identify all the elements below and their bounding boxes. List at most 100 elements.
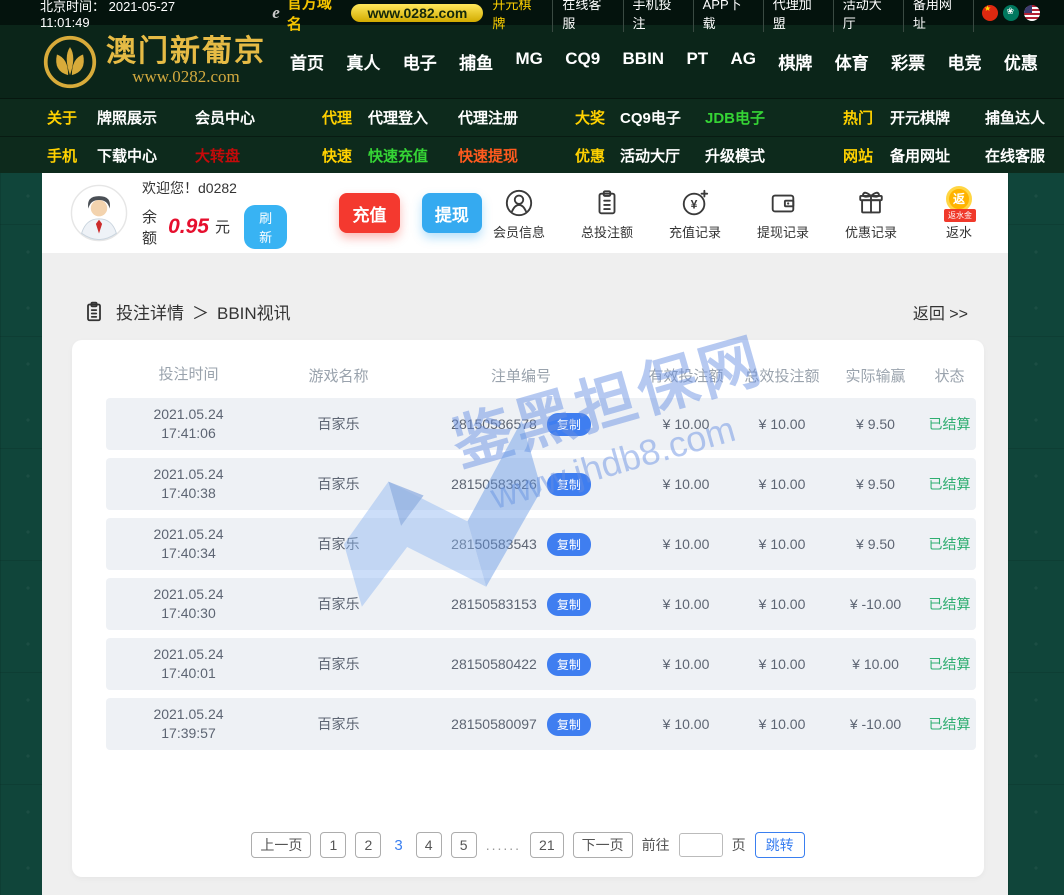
top-links: 开元棋牌 在线客服 手机投注 APP下载 代理加盟 活动大厅 备用网址 [483, 0, 1054, 32]
subnav-fast-withdraw[interactable]: 快速提现 [458, 145, 575, 166]
page-button-21[interactable]: 21 [530, 832, 564, 858]
official-domain: e 官方域名 www.0282.com [272, 0, 484, 34]
top-link-agent-join[interactable]: 代理加盟 [764, 0, 834, 32]
welcome-text: 欢迎您！d0282 [142, 179, 237, 196]
quick-link-withdraw-history[interactable]: 提现记录 [746, 186, 820, 241]
site-logo[interactable]: 澳门新葡京 www.0282.com [42, 34, 266, 90]
actual-win: ¥ 9.50 [856, 416, 895, 432]
user-avatar[interactable] [70, 184, 128, 242]
top-link-customer-service[interactable]: 在线客服 [553, 0, 624, 32]
subnav-jdb-slots[interactable]: JDB电子 [705, 107, 843, 128]
copy-button[interactable]: 复制 [546, 592, 591, 616]
subnav-online-service[interactable]: 在线客服 [985, 145, 1064, 166]
quick-link-rebate[interactable]: 返 返水金 返水 [922, 185, 996, 241]
table-header-row: 投注时间 游戏名称 注单编号 有效投注额 总效投注额 实际输赢 状态 [106, 352, 976, 398]
nav-item-pt[interactable]: PT [686, 49, 708, 74]
subnav-label-about: 关于 [47, 110, 78, 127]
top-link-app-download[interactable]: APP下载 [694, 0, 764, 32]
total-bet-amount: ¥ 10.00 [758, 536, 806, 552]
page-button-1[interactable]: 1 [320, 832, 347, 858]
nav-item-cq9[interactable]: CQ9 [565, 49, 600, 74]
macau-flag-icon[interactable] [1002, 4, 1019, 21]
jump-button[interactable]: 跳转 [754, 832, 805, 858]
recharge-button[interactable]: 充值 [339, 193, 400, 233]
subnav-kaiyuan-chess[interactable]: 开元棋牌 [890, 107, 985, 128]
nav-item-bbin[interactable]: BBIN [623, 49, 665, 74]
subnav-upgrade-mode[interactable]: 升级模式 [705, 145, 843, 166]
next-page-button[interactable]: 下一页 [572, 832, 633, 858]
top-link-activity-hall[interactable]: 活动大厅 [834, 0, 904, 32]
total-bets-icon [592, 186, 622, 220]
official-domain-link[interactable]: www.0282.com [351, 3, 484, 22]
nav-item-lottery[interactable]: 彩票 [891, 49, 925, 74]
refresh-balance-button[interactable]: 刷新 [243, 204, 288, 249]
prev-page-button[interactable]: 上一页 [251, 832, 312, 858]
quick-link-total-bets[interactable]: 总投注额 [570, 186, 644, 241]
subnav-fishing-master[interactable]: 捕鱼达人 [985, 107, 1064, 128]
bet-time: 2021.05.24 17:41:06 [153, 406, 224, 441]
balance-unit: 元 [214, 219, 230, 236]
order-number: 28150586578 [451, 416, 537, 432]
quick-link-member-info[interactable]: 会员信息 [482, 186, 556, 241]
subnav-activity-hall[interactable]: 活动大厅 [620, 145, 705, 166]
logo-text: 澳门新葡京 www.0282.com [106, 36, 266, 88]
subnav-label-site: 网站 [843, 147, 874, 165]
language-flags [981, 4, 1040, 21]
usa-flag-icon[interactable] [1023, 4, 1040, 21]
nav-item-ag[interactable]: AG [731, 49, 757, 74]
top-link-kaiyuan[interactable]: 开元棋牌 [483, 0, 554, 32]
nav-item-slots[interactable]: 电子 [403, 49, 437, 74]
nav-item-esports[interactable]: 电竞 [947, 49, 981, 74]
subnav-agent-login[interactable]: 代理登入 [368, 107, 458, 128]
bet-details-icon [82, 300, 106, 324]
copy-button[interactable]: 复制 [546, 712, 591, 736]
subnav-license[interactable]: 牌照展示 [97, 107, 195, 128]
quick-link-recharge-history[interactable]: ¥ 充值记录 [658, 186, 732, 241]
order-number: 28150583926 [451, 476, 537, 492]
valid-bet-amount: ¥ 10.00 [662, 536, 710, 552]
nav-item-live[interactable]: 真人 [346, 49, 380, 74]
subnav-lucky-wheel[interactable]: 大转盘 [195, 145, 322, 166]
page-button-4[interactable]: 4 [415, 832, 442, 858]
order-cell: 28150583153 复制 [406, 592, 636, 616]
actual-win: ¥ -10.00 [849, 716, 902, 732]
back-link[interactable]: 返回 >> [913, 300, 968, 324]
nav-item-fishing[interactable]: 捕鱼 [459, 49, 493, 74]
quick-link-promo-history[interactable]: 优惠记录 [834, 186, 908, 241]
top-link-backup-url[interactable]: 备用网址 [904, 0, 974, 32]
copy-button[interactable]: 复制 [546, 532, 591, 556]
subnav-backup-url[interactable]: 备用网址 [890, 145, 985, 166]
valid-bet-amount: ¥ 10.00 [662, 656, 710, 672]
top-link-mobile-bet[interactable]: 手机投注 [624, 0, 694, 32]
copy-button[interactable]: 复制 [546, 472, 591, 496]
copy-button[interactable]: 复制 [546, 412, 591, 436]
table-row: 2021.05.24 17:40:30 百家乐 28150583153 复制 ¥ 1… [106, 578, 976, 630]
nav-item-sports[interactable]: 体育 [835, 49, 869, 74]
subnav-download-center[interactable]: 下载中心 [97, 145, 195, 166]
game-name: 百家乐 [317, 596, 360, 612]
nav-item-promo[interactable]: 优惠 [1004, 49, 1038, 74]
page-number-input[interactable] [678, 833, 723, 857]
subnav-member-center[interactable]: 会员中心 [195, 107, 322, 128]
page-button-2[interactable]: 2 [355, 832, 382, 858]
nav-item-mg[interactable]: MG [515, 49, 542, 74]
bet-time: 2021.05.24 17:40:34 [153, 526, 224, 561]
nav-item-home[interactable]: 首页 [290, 49, 324, 74]
subnav-cq9-slots[interactable]: CQ9电子 [620, 107, 705, 128]
order-number: 28150583543 [451, 536, 537, 552]
order-number: 28150580097 [451, 716, 537, 732]
actual-win: ¥ 9.50 [856, 536, 895, 552]
withdraw-button[interactable]: 提现 [421, 193, 482, 233]
nav-item-chess[interactable]: 棋牌 [778, 49, 812, 74]
subnav-agent-register[interactable]: 代理注册 [458, 107, 575, 128]
balance-value: 0.95 [168, 214, 209, 238]
main-nav: 澳门新葡京 www.0282.com 首页 真人 电子 捕鱼 MG CQ9 BB… [0, 25, 1064, 98]
game-name: 百家乐 [317, 476, 360, 492]
subnav-fast-deposit[interactable]: 快速充值 [368, 145, 458, 166]
page-button-5[interactable]: 5 [450, 832, 477, 858]
china-flag-icon[interactable] [981, 4, 998, 21]
sub-nav-row-2: 手机 下载中心 大转盘 快速 快速充值 快速提现 优惠 活动大厅 升级模式 网站… [0, 136, 1064, 173]
recharge-history-icon: ¥ [680, 186, 710, 220]
copy-button[interactable]: 复制 [546, 652, 591, 676]
beijing-time: 北京时间： 2021-05-27 11:01:49 [40, 0, 176, 30]
